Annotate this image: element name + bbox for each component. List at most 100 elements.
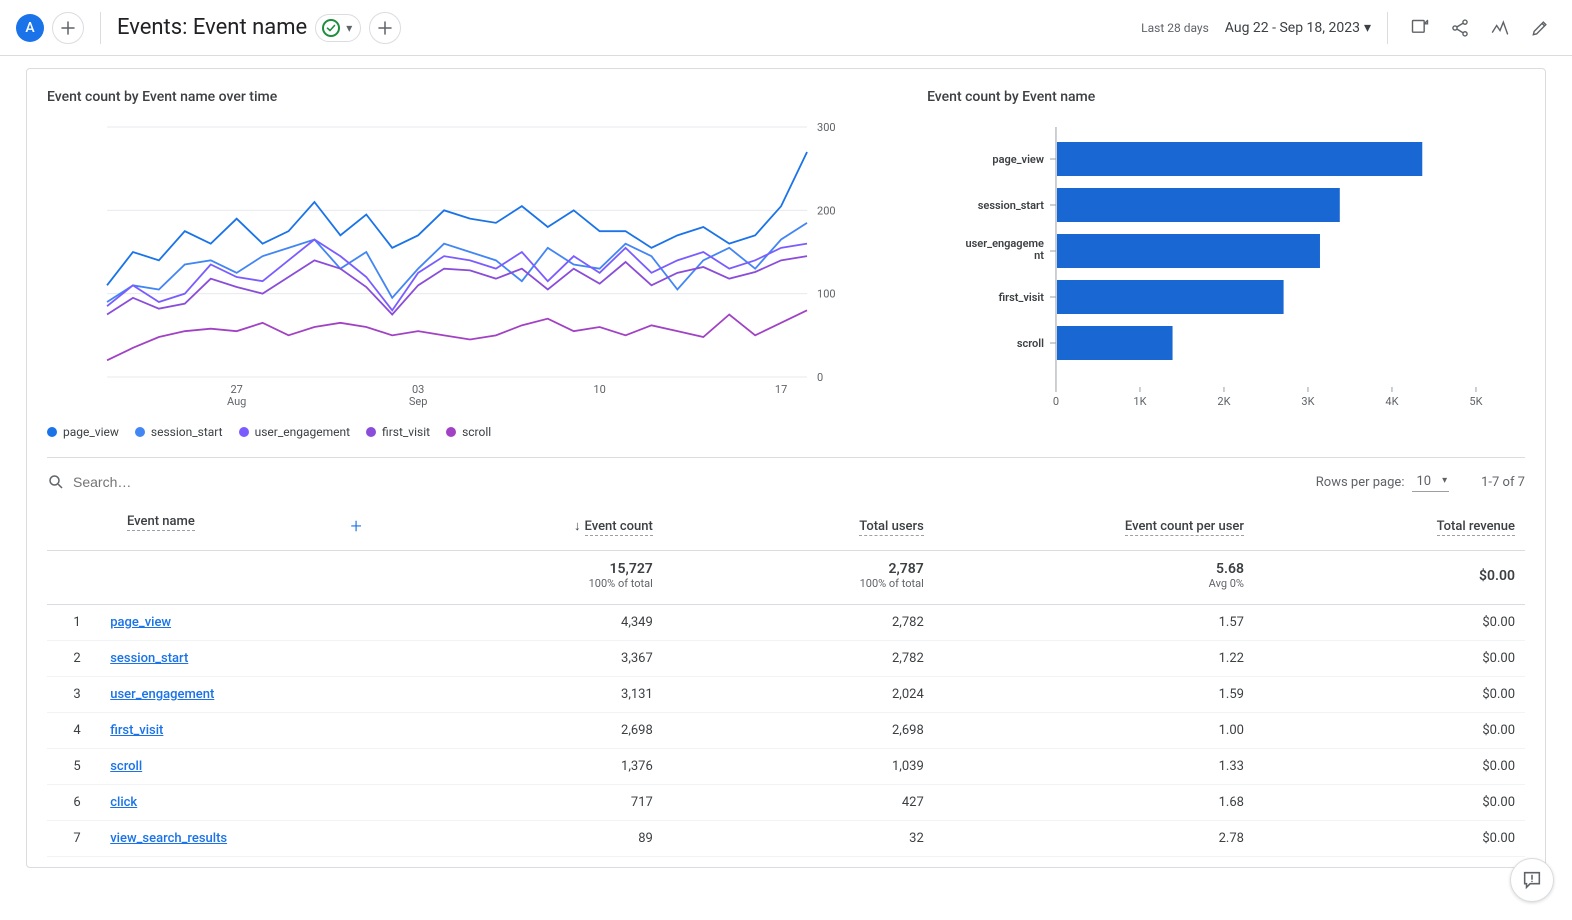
svg-text:0: 0 — [1053, 395, 1059, 408]
date-range-picker[interactable]: Aug 22 - Sep 18, 2023 ▾ — [1225, 20, 1371, 36]
total-event-count-sub: 100% of total — [402, 577, 653, 590]
customize-report-icon[interactable] — [1404, 12, 1436, 44]
report-card: Event count by Event name over time 0 100… — [26, 68, 1546, 868]
legend-label: session_start — [151, 425, 223, 439]
col-event-count[interactable]: Event count — [585, 519, 653, 536]
date-range-text: Aug 22 - Sep 18, 2023 — [1225, 20, 1360, 36]
svg-text:Aug: Aug — [227, 395, 246, 408]
chevron-down-icon: ▾ — [342, 21, 356, 35]
cell-event-count: 2,698 — [392, 713, 663, 749]
bar-chart-title: Event count by Event name — [927, 89, 1525, 105]
row-index: 2 — [47, 651, 107, 666]
row-index: 3 — [47, 687, 107, 702]
event-name-link[interactable]: click — [110, 795, 137, 810]
cell-revenue: $0.00 — [1254, 605, 1525, 641]
cell-revenue: $0.00 — [1254, 821, 1525, 857]
table-row: 2 session_start 3,367 2,782 1.22 $0.00 — [47, 641, 1525, 677]
add-dimension-button[interactable]: + — [351, 514, 382, 538]
totals-row: 15,727100% of total 2,787100% of total 5… — [47, 551, 1525, 605]
svg-text:3K: 3K — [1301, 395, 1314, 408]
event-name-link[interactable]: scroll — [110, 759, 142, 774]
table-row: 7 view_search_results 89 32 2.78 $0.00 — [47, 821, 1525, 857]
total-users-sub: 100% of total — [673, 577, 924, 590]
line-chart-title: Event count by Event name over time — [47, 89, 907, 105]
event-name-link[interactable]: session_start — [110, 651, 188, 666]
svg-text:Sep: Sep — [409, 395, 428, 408]
cell-per-user: 1.59 — [934, 677, 1254, 713]
row-index: 5 — [47, 759, 107, 774]
add-segment-button[interactable] — [369, 12, 401, 44]
row-index: 6 — [47, 795, 107, 810]
svg-text:1K: 1K — [1133, 395, 1146, 408]
events-table: Event name + ↓Event count Total users Ev… — [47, 502, 1525, 857]
total-revenue: $0.00 — [1264, 568, 1515, 584]
sort-desc-icon: ↓ — [574, 518, 581, 534]
insights-icon[interactable] — [1484, 12, 1516, 44]
share-icon[interactable] — [1444, 12, 1476, 44]
legend-item[interactable]: page_view — [47, 425, 119, 439]
table-row: 5 scroll 1,376 1,039 1.33 $0.00 — [47, 749, 1525, 785]
cell-revenue: $0.00 — [1254, 749, 1525, 785]
rows-per-page-select[interactable]: 10 ▾ — [1412, 472, 1449, 492]
cell-revenue: $0.00 — [1254, 677, 1525, 713]
check-icon — [322, 19, 340, 37]
cell-event-count: 3,367 — [392, 641, 663, 677]
edit-icon[interactable] — [1524, 12, 1556, 44]
svg-text:300: 300 — [817, 121, 836, 134]
total-per-user-sub: Avg 0% — [944, 577, 1244, 590]
legend-item[interactable]: first_visit — [366, 425, 430, 439]
account-avatar[interactable]: A — [16, 14, 44, 42]
cell-per-user: 1.57 — [934, 605, 1254, 641]
search-input[interactable] — [73, 474, 273, 490]
legend-item[interactable]: session_start — [135, 425, 223, 439]
search-icon — [47, 473, 65, 491]
legend-label: first_visit — [382, 425, 430, 439]
cell-total-users: 1,039 — [663, 749, 934, 785]
top-bar: A Events: Event name ▾ Last 28 days Aug … — [0, 0, 1572, 56]
cell-total-users: 2,782 — [663, 605, 934, 641]
event-name-link[interactable]: page_view — [110, 615, 171, 630]
event-name-link[interactable]: first_visit — [110, 723, 163, 738]
add-comparison-button[interactable] — [52, 12, 84, 44]
feedback-button[interactable] — [1510, 858, 1554, 902]
svg-text:200: 200 — [817, 204, 836, 217]
legend-label: scroll — [462, 425, 491, 439]
chevron-down-icon: ▾ — [1364, 20, 1371, 36]
cell-total-users: 427 — [663, 785, 934, 821]
line-chart-legend: page_view session_start user_engagement … — [47, 425, 907, 439]
legend-dot — [366, 427, 376, 437]
date-range-label: Last 28 days — [1141, 21, 1209, 35]
rows-per-page-label: Rows per page: — [1316, 475, 1405, 490]
svg-text:100: 100 — [817, 288, 836, 301]
event-name-link[interactable]: view_search_results — [110, 831, 227, 846]
status-chip[interactable]: ▾ — [315, 14, 361, 42]
row-index: 7 — [47, 831, 107, 846]
cell-event-count: 89 — [392, 821, 663, 857]
legend-label: user_engagement — [255, 425, 350, 439]
col-total-users[interactable]: Total users — [859, 519, 923, 536]
legend-item[interactable]: scroll — [446, 425, 491, 439]
col-event-count-per-user[interactable]: Event count per user — [1125, 519, 1244, 536]
cell-revenue: $0.00 — [1254, 785, 1525, 821]
legend-dot — [47, 427, 57, 437]
legend-dot — [239, 427, 249, 437]
cell-total-users: 2,782 — [663, 641, 934, 677]
legend-item[interactable]: user_engagement — [239, 425, 350, 439]
event-name-link[interactable]: user_engagement — [110, 687, 214, 702]
cell-revenue: $0.00 — [1254, 713, 1525, 749]
bar-chart[interactable]: 01K2K3K4K5Kpage_viewsession_startuser_en… — [927, 117, 1525, 417]
svg-text:5K: 5K — [1469, 395, 1482, 408]
col-total-revenue[interactable]: Total revenue — [1437, 519, 1515, 536]
svg-text:4K: 4K — [1385, 395, 1398, 408]
svg-text:session_start: session_start — [978, 199, 1045, 212]
table-row: 1 page_view 4,349 2,782 1.57 $0.00 — [47, 605, 1525, 641]
line-chart[interactable]: 010020030027Aug03Sep1017 — [47, 117, 907, 417]
col-event-name[interactable]: Event name — [127, 514, 195, 531]
divider — [100, 12, 101, 44]
cell-event-count: 4,349 — [392, 605, 663, 641]
cell-event-count: 717 — [392, 785, 663, 821]
svg-text:0: 0 — [817, 371, 823, 384]
cell-per-user: 1.00 — [934, 713, 1254, 749]
cell-total-users: 2,024 — [663, 677, 934, 713]
svg-text:2K: 2K — [1217, 395, 1230, 408]
